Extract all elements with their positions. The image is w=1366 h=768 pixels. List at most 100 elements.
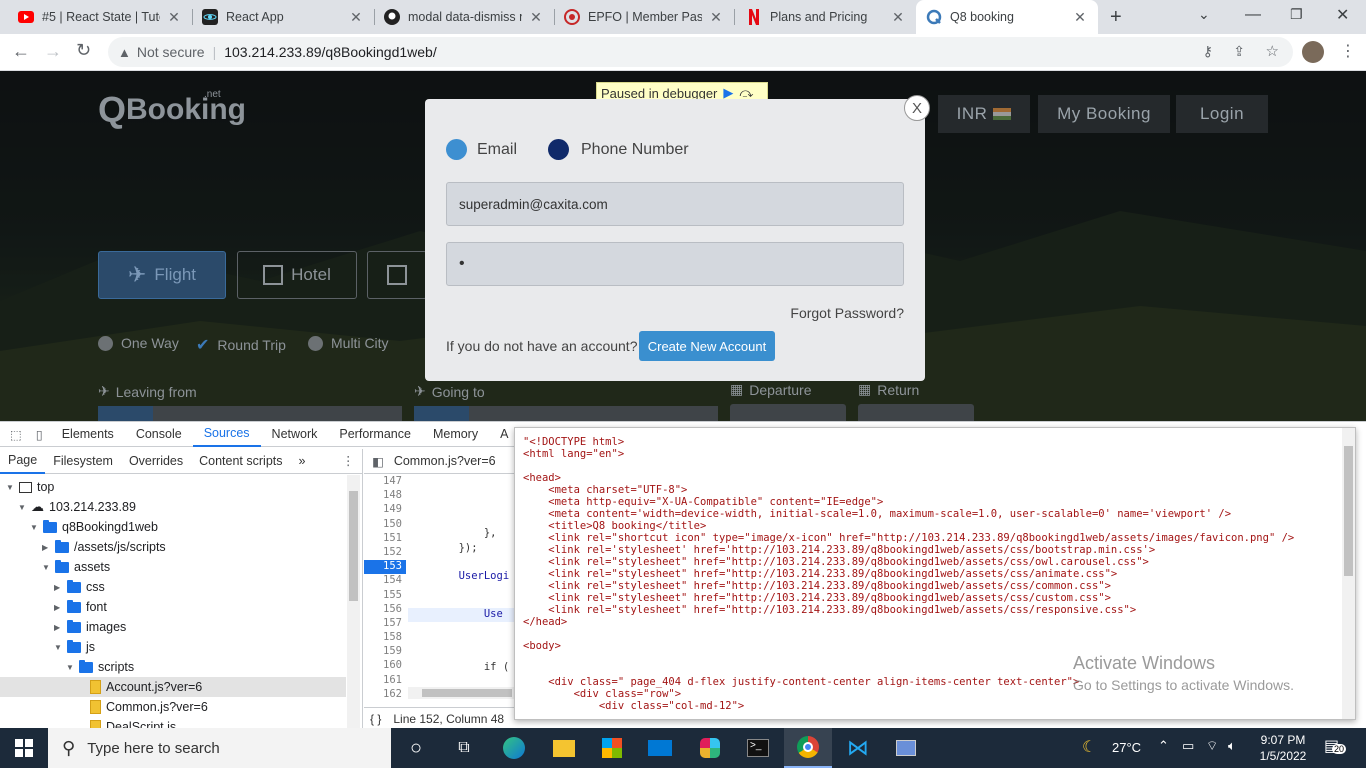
temperature[interactable]: 27°C (1112, 740, 1141, 755)
file-explorer-icon[interactable] (540, 728, 588, 768)
return-input[interactable] (858, 404, 974, 421)
vscode-icon[interactable]: ⋈ (834, 728, 882, 768)
tab-plans-pricing[interactable]: Plans and Pricing ✕ (736, 0, 916, 34)
minimize-icon[interactable]: — (1245, 6, 1261, 24)
code-editor[interactable]: }, }); UserLogi Use if ( (408, 475, 516, 701)
device-toolbar-icon[interactable]: ▯ (28, 427, 51, 442)
battery-icon[interactable]: ▭ (1182, 738, 1194, 754)
slack-icon[interactable] (686, 728, 734, 768)
tab-react-app[interactable]: React App ✕ (192, 0, 374, 34)
tree-item-folder[interactable]: ▼ q8Bookingd1web (30, 517, 158, 537)
task-view-icon[interactable]: ⧉ (440, 728, 488, 768)
forward-icon[interactable]: → (44, 41, 62, 62)
email-field[interactable]: superadmin@caxita.com (446, 182, 904, 226)
chrome-icon[interactable] (784, 728, 832, 768)
wifi-icon[interactable]: ⌔ (1206, 738, 1218, 754)
kebab-menu-icon[interactable]: ⋮ (342, 453, 355, 468)
password-field[interactable]: • (446, 242, 904, 286)
flight-hotel-tab[interactable] (367, 251, 427, 299)
departure-input[interactable] (730, 404, 846, 421)
going-to-input[interactable] (414, 406, 718, 421)
subtab-content-scripts[interactable]: Content scripts (191, 449, 290, 474)
close-tab-icon[interactable]: ✕ (166, 9, 182, 26)
tree-item-top[interactable]: ▼ top (6, 477, 54, 497)
restore-icon[interactable]: ❐ (1290, 6, 1303, 23)
close-modal-button[interactable]: X (904, 95, 930, 121)
multi-city-option[interactable]: Multi City (308, 335, 389, 351)
tree-item-file[interactable]: Common.js?ver=6 (90, 697, 208, 717)
warning-icon[interactable]: ▲ (118, 45, 131, 60)
leaving-from-input[interactable] (98, 406, 402, 421)
close-tab-icon[interactable]: ✕ (890, 9, 906, 26)
pretty-print-icon[interactable]: { } (370, 712, 381, 726)
url-text[interactable]: 103.214.233.89/q8Bookingd1web/ (224, 44, 437, 60)
tab-modal-data-dismiss[interactable]: modal data-dismiss no ✕ (374, 0, 554, 34)
mail-icon[interactable] (636, 728, 684, 768)
key-icon[interactable]: ⚷ (1203, 43, 1213, 60)
close-tab-icon[interactable]: ✕ (1072, 9, 1088, 26)
round-trip-option[interactable]: ✔ Round Trip (196, 335, 286, 355)
tab-performance[interactable]: Performance (328, 422, 422, 447)
flight-tab[interactable]: ✈ Flight (98, 251, 226, 299)
tab-epfo[interactable]: EPFO | Member Passbo ✕ (554, 0, 734, 34)
phone-option[interactable]: Phone Number (548, 139, 689, 160)
inspect-icon[interactable]: ⬚ (0, 427, 28, 442)
breakpoint-marker[interactable]: 153 (364, 560, 406, 575)
subtab-filesystem[interactable]: Filesystem (45, 449, 121, 474)
one-way-option[interactable]: One Way (98, 335, 179, 351)
new-tab-icon[interactable]: + (1110, 6, 1122, 29)
close-tab-icon[interactable]: ✕ (348, 9, 364, 26)
editor-tab[interactable]: Common.js?ver=6 (394, 454, 496, 468)
tree-scrollbar[interactable] (347, 475, 360, 728)
tree-item-folder[interactable]: ▶ font (54, 597, 107, 617)
edge-icon[interactable] (490, 728, 538, 768)
tree-item-file[interactable]: DealScript.js (90, 717, 176, 728)
tab-elements[interactable]: Elements (51, 422, 125, 447)
tray-chevron-icon[interactable]: ⌃ (1158, 738, 1169, 754)
email-option[interactable]: Email (446, 139, 517, 160)
close-tab-icon[interactable]: ✕ (528, 9, 544, 26)
notifications-icon[interactable]: ▤20 (1324, 736, 1348, 758)
tree-item-folder[interactable]: ▶ images (54, 617, 126, 637)
tab-sources[interactable]: Sources (192, 422, 261, 447)
currency-selector[interactable]: INR (938, 95, 1030, 133)
subtab-page[interactable]: Page (0, 449, 46, 474)
tab-search-icon[interactable]: ⌄ (1198, 6, 1210, 23)
clock[interactable]: 9:07 PM 1/5/2022 (1256, 732, 1310, 764)
popup-scrollbar[interactable] (1342, 428, 1355, 719)
create-account-button[interactable]: Create New Account (639, 331, 775, 361)
tab-q8-booking[interactable]: Q8 booking ✕ (916, 0, 1098, 34)
hotel-tab[interactable]: Hotel (237, 251, 357, 299)
tree-item-host[interactable]: ▼ ☁ 103.214.233.89 (18, 497, 136, 517)
my-booking-link[interactable]: My Booking (1038, 95, 1170, 133)
store-icon[interactable] (588, 728, 636, 768)
tab-react-state[interactable]: #5 | React State | Tuto ✕ (8, 0, 192, 34)
toggle-navigator-icon[interactable]: ◧ (372, 454, 384, 469)
code-hscrollbar[interactable] (408, 687, 516, 699)
cortana-icon[interactable]: ○ (392, 728, 440, 768)
close-window-icon[interactable]: ✕ (1336, 5, 1349, 25)
tree-item-folder[interactable]: ▼ scripts (66, 657, 134, 677)
menu-icon[interactable]: ⋮ (1340, 41, 1356, 61)
tree-item-folder[interactable]: ▶ css (54, 577, 105, 597)
tab-console[interactable]: Console (125, 422, 193, 447)
profile-avatar[interactable] (1302, 41, 1324, 63)
volume-icon[interactable]: 🔈︎ (1228, 738, 1236, 754)
site-logo[interactable]: Q Booking .net (98, 89, 246, 131)
login-link[interactable]: Login (1176, 95, 1268, 133)
tab-network[interactable]: Network (261, 422, 329, 447)
reload-icon[interactable]: ↻ (76, 40, 91, 61)
more-tabs-icon[interactable]: » (291, 449, 314, 474)
start-button[interactable] (0, 728, 48, 768)
forgot-password-link[interactable]: Forgot Password? (790, 305, 904, 321)
back-icon[interactable]: ← (12, 41, 30, 62)
share-icon[interactable]: ⇪ (1233, 43, 1245, 60)
security-label[interactable]: Not secure (137, 44, 205, 60)
taskbar-search[interactable]: ⚲ Type here to search (48, 728, 391, 768)
address-bar[interactable]: ▲ Not secure | 103.214.233.89/q8Bookingd… (108, 37, 1293, 67)
tree-item-folder[interactable]: ▶/assets/js/scripts (42, 537, 166, 557)
terminal-icon[interactable]: >_ (734, 728, 782, 768)
bookmark-star-icon[interactable]: ☆ (1266, 42, 1279, 60)
tree-item-file[interactable]: Account.js?ver=6 (90, 677, 202, 697)
tree-item-folder[interactable]: ▼ assets (42, 557, 110, 577)
